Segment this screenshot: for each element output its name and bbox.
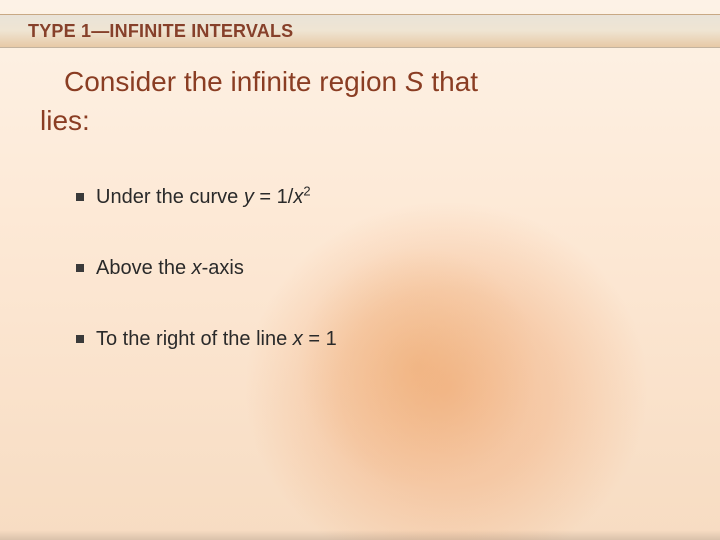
- lead-line-1-prefix: Consider the infinite region: [64, 66, 405, 97]
- lead-line-1: Consider the infinite region S that: [64, 62, 680, 101]
- b3-suffix: = 1: [303, 328, 337, 350]
- list-item: To the right of the line x = 1: [76, 328, 680, 351]
- b1-var-x: x: [293, 186, 303, 208]
- b3-prefix: To the right of the line: [96, 328, 293, 350]
- bullet-square-icon: [76, 193, 84, 201]
- slide-title: TYPE 1—INFINITE INTERVALS: [28, 21, 293, 42]
- bullet-text-2: Above the x-axis: [96, 257, 244, 280]
- lead-paragraph: Consider the infinite region S that lies…: [40, 62, 680, 140]
- b1-superscript: 2: [303, 184, 310, 199]
- bullet-list: Under the curve y = 1/x2 Above the x-axi…: [40, 186, 680, 351]
- slide: TYPE 1—INFINITE INTERVALS Consider the i…: [0, 0, 720, 540]
- b1-prefix: Under the curve: [96, 186, 244, 208]
- b1-eq: = 1/: [254, 186, 293, 208]
- b2-var-x: x: [192, 257, 202, 279]
- b2-suffix: -axis: [202, 257, 244, 279]
- bullet-square-icon: [76, 264, 84, 272]
- b1-var-y: y: [244, 186, 254, 208]
- list-item: Under the curve y = 1/x2: [76, 186, 680, 209]
- bullet-text-1: Under the curve y = 1/x2: [96, 186, 311, 209]
- b2-prefix: Above the: [96, 257, 192, 279]
- b3-var-x: x: [293, 328, 303, 350]
- bullet-square-icon: [76, 335, 84, 343]
- slide-body: Consider the infinite region S that lies…: [40, 62, 680, 510]
- lead-line-2: lies:: [40, 105, 90, 136]
- list-item: Above the x-axis: [76, 257, 680, 280]
- lead-line-1-suffix: that: [424, 66, 478, 97]
- bullet-text-3: To the right of the line x = 1: [96, 328, 337, 351]
- lead-line-1-variable-s: S: [405, 66, 424, 97]
- title-bar: TYPE 1—INFINITE INTERVALS: [0, 14, 720, 48]
